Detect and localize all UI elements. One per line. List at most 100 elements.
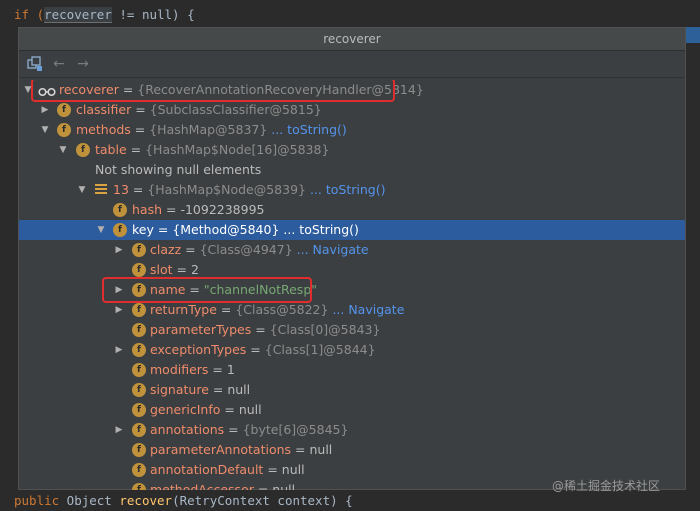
variables-tree: ▼ recoverer = {RecoverAnnotationRecovery… <box>19 80 685 490</box>
tree-row-annotations[interactable]: ▶ f annotations = {byte[6]@5845} <box>19 420 685 440</box>
equals-sign: = <box>131 102 150 117</box>
field-icon: f <box>57 103 71 117</box>
equals-sign: = <box>153 222 173 237</box>
popup-toolbar: ← → <box>19 51 685 78</box>
var-ref: {HashMap$Node[16]@5838} <box>145 142 330 157</box>
array-element-icon <box>95 184 107 195</box>
collapse-arrow-icon[interactable]: ▼ <box>39 122 51 138</box>
tree-row-modifiers[interactable]: f modifiers = 1 <box>19 360 685 380</box>
var-name: classifier <box>76 102 132 117</box>
var-name: parameterTypes <box>150 322 252 337</box>
tree-row-signature[interactable]: f signature = null <box>19 380 685 400</box>
tree-row-text: returnType = {Class@5822} ... Navigate <box>150 302 404 318</box>
var-name: annotationDefault <box>150 462 264 477</box>
var-name: key <box>132 222 154 237</box>
var-name: returnType <box>150 302 217 317</box>
var-name: table <box>95 142 127 157</box>
equals-sign: = <box>172 262 191 277</box>
expand-arrow-icon[interactable]: ▶ <box>113 242 125 258</box>
code-if-keyword: if ( <box>14 7 45 22</box>
highlight-box-recoverer <box>31 80 395 102</box>
navigate-link[interactable]: ... Navigate <box>328 302 404 317</box>
var-value: null <box>272 482 296 490</box>
tree-row-methods[interactable]: ▼ f methods = {HashMap@5837} ... toStrin… <box>19 120 685 140</box>
variable-inspector-popup: recoverer ← → ▼ recoverer = {RecoverAnno… <box>18 27 686 490</box>
code-recoverer-var[interactable]: recoverer <box>44 7 112 23</box>
equals-sign: = <box>208 362 227 377</box>
equals-sign: = <box>216 302 236 317</box>
tree-row-entry-13[interactable]: ▼ 13 = {HashMap$Node@5839} ... toString(… <box>19 180 685 200</box>
tree-row-clazz[interactable]: ▶ f clazz = {Class@4947} ... Navigate <box>19 240 685 260</box>
field-icon: f <box>132 443 146 457</box>
tree-row-exceptiontypes[interactable]: ▶ f exceptionTypes = {Class[1]@5844} <box>19 340 685 360</box>
tree-row-table[interactable]: ▼ f table = {HashMap$Node[16]@5838} <box>19 140 685 160</box>
tree-row-text: annotationDefault = null <box>150 462 305 478</box>
tree-row-text: slot = 2 <box>150 262 199 278</box>
field-icon: f <box>132 383 146 397</box>
code-line-recover-signature: public Object recover(RetryContext conte… <box>14 493 353 508</box>
field-icon: f <box>132 263 146 277</box>
tree-row-text: methodAccessor = null <box>150 482 295 490</box>
tree-row-genericinfo[interactable]: f genericInfo = null <box>19 400 685 420</box>
add-to-watches-icon[interactable] <box>27 56 43 72</box>
tree-row-returntype[interactable]: ▶ f returnType = {Class@5822} ... Naviga… <box>19 300 685 320</box>
tree-row-text: hash = -1092238995 <box>132 202 265 218</box>
var-ref: {HashMap@5837} <box>149 122 268 137</box>
tostring-link[interactable]: ... toString() <box>267 122 347 137</box>
field-icon: f <box>132 463 146 477</box>
var-name: clazz <box>150 242 182 257</box>
watermark: @稀土掘金技术社区 <box>552 479 661 493</box>
var-value: null <box>227 382 251 397</box>
expand-arrow-icon[interactable]: ▶ <box>113 302 125 318</box>
var-value: null <box>238 402 262 417</box>
var-name: parameterAnnotations <box>150 442 292 457</box>
equals-sign: = <box>208 382 228 397</box>
var-ref: {byte[6]@5845} <box>242 422 349 437</box>
tree-row-key[interactable]: ▼ f key = {Method@5840} ... toString() <box>19 220 685 240</box>
tree-row-classifier[interactable]: ▶ f classifier = {SubclassClassifier@581… <box>19 100 685 120</box>
tree-row-text: modifiers = 1 <box>150 362 235 378</box>
forward-arrow-icon[interactable]: → <box>75 56 91 72</box>
var-value: 2 <box>190 262 199 277</box>
field-icon: f <box>132 363 146 377</box>
popup-title: recoverer <box>323 32 381 46</box>
tree-row-text: clazz = {Class@4947} ... Navigate <box>150 242 369 258</box>
expand-arrow-icon[interactable]: ▶ <box>113 422 125 438</box>
var-name: exceptionTypes <box>150 342 247 357</box>
collapse-arrow-icon[interactable]: ▼ <box>76 182 88 198</box>
collapse-arrow-icon[interactable]: ▼ <box>95 222 107 238</box>
field-icon: f <box>113 223 127 237</box>
navigate-link[interactable]: ... Navigate <box>293 242 369 257</box>
equals-sign: = <box>251 322 270 337</box>
code-method-params: (RetryContext context) { <box>172 493 353 508</box>
code-if-suffix: != null) { <box>111 7 195 22</box>
equals-sign: = <box>162 202 181 217</box>
tostring-link[interactable]: ... toString() <box>279 222 359 237</box>
equals-sign: = <box>220 402 239 417</box>
popup-titlebar[interactable]: recoverer <box>19 28 685 51</box>
var-ref: {Class@5822} <box>235 302 329 317</box>
tree-row-text: signature = null <box>150 382 250 398</box>
equals-sign: = <box>224 422 243 437</box>
field-icon: f <box>132 403 146 417</box>
var-name: methods <box>76 122 131 137</box>
tostring-link[interactable]: ... toString() <box>306 182 386 197</box>
tree-row-text: classifier = {SubclassClassifier@5815} <box>76 102 322 118</box>
tree-row-parametertypes[interactable]: f parameterTypes = {Class[0]@5843} <box>19 320 685 340</box>
back-arrow-icon[interactable]: ← <box>51 56 67 72</box>
field-icon: f <box>132 423 146 437</box>
expand-arrow-icon[interactable]: ▶ <box>113 342 125 358</box>
tree-row-text: exceptionTypes = {Class[1]@5844} <box>150 342 376 358</box>
field-icon: f <box>132 323 146 337</box>
code-return-type: Object <box>59 493 120 508</box>
tree-row-parameterannotations[interactable]: f parameterAnnotations = null <box>19 440 685 460</box>
var-name: hash <box>132 202 163 217</box>
tree-row-hash[interactable]: f hash = -1092238995 <box>19 200 685 220</box>
var-name: annotations <box>150 422 225 437</box>
field-icon: f <box>132 303 146 317</box>
code-line-if: if (recoverer != null) { <box>14 7 195 23</box>
field-icon: f <box>132 343 146 357</box>
equals-sign: = <box>126 142 146 157</box>
expand-arrow-icon[interactable]: ▶ <box>39 102 51 118</box>
collapse-arrow-icon[interactable]: ▼ <box>57 142 69 158</box>
